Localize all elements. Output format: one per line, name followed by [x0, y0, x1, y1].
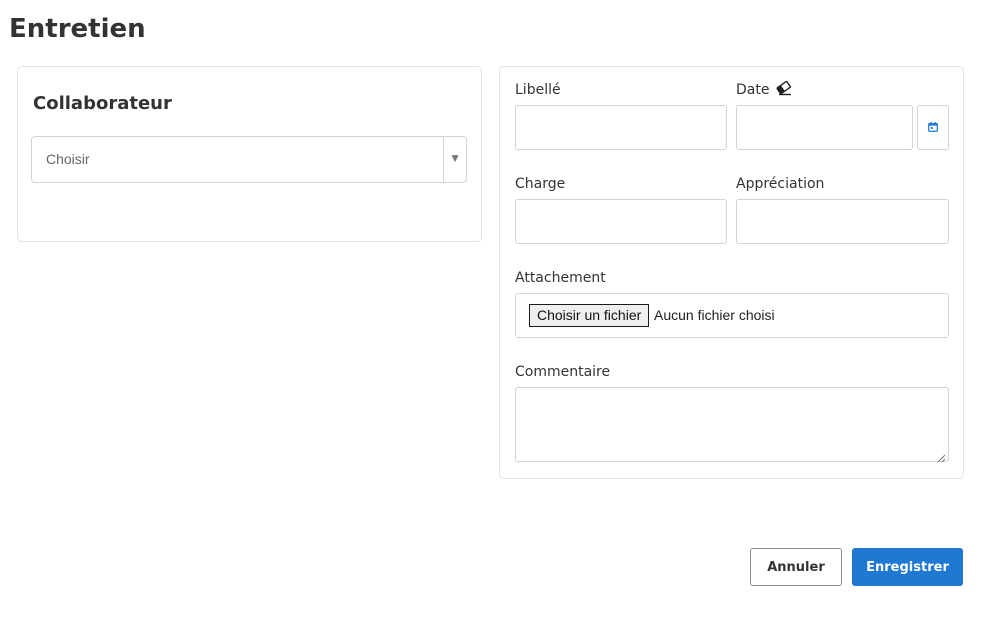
calendar-icon: [928, 119, 938, 137]
appreciation-label: Appréciation: [736, 176, 825, 192]
commentaire-label: Commentaire: [515, 364, 611, 380]
date-label: Date: [736, 82, 770, 98]
select-separator: [443, 137, 444, 182]
appreciation-input[interactable]: [736, 199, 949, 244]
charge-input[interactable]: [515, 199, 727, 244]
resize-grip-icon[interactable]: [937, 450, 946, 463]
caret-down-icon: ▼: [449, 151, 461, 165]
attachement-file-input: Choisir un fichier Aucun fichier choisi: [515, 293, 949, 338]
collaborateur-select[interactable]: Choisir ▼: [31, 136, 467, 183]
collaborateur-card: Collaborateur Choisir ▼: [17, 66, 482, 242]
entretien-page: Entretien Collaborateur Choisir ▼ Libell…: [0, 0, 981, 617]
charge-label: Charge: [515, 176, 566, 192]
choose-file-button[interactable]: Choisir un fichier: [529, 304, 650, 327]
cancel-button[interactable]: Annuler: [750, 548, 842, 586]
eraser-icon[interactable]: [775, 80, 793, 96]
libelle-label: Libellé: [515, 82, 561, 98]
attachement-label: Attachement: [515, 270, 606, 286]
date-input[interactable]: [736, 105, 913, 150]
save-button[interactable]: Enregistrer: [852, 548, 963, 586]
commentaire-textarea[interactable]: [515, 387, 949, 463]
file-status-text: Aucun fichier choisi: [654, 307, 775, 323]
calendar-button[interactable]: [917, 105, 949, 150]
collaborateur-select-value: Choisir: [46, 151, 90, 167]
page-title: Entretien: [9, 14, 146, 44]
collaborateur-heading: Collaborateur: [33, 93, 172, 114]
libelle-input[interactable]: [515, 105, 727, 150]
